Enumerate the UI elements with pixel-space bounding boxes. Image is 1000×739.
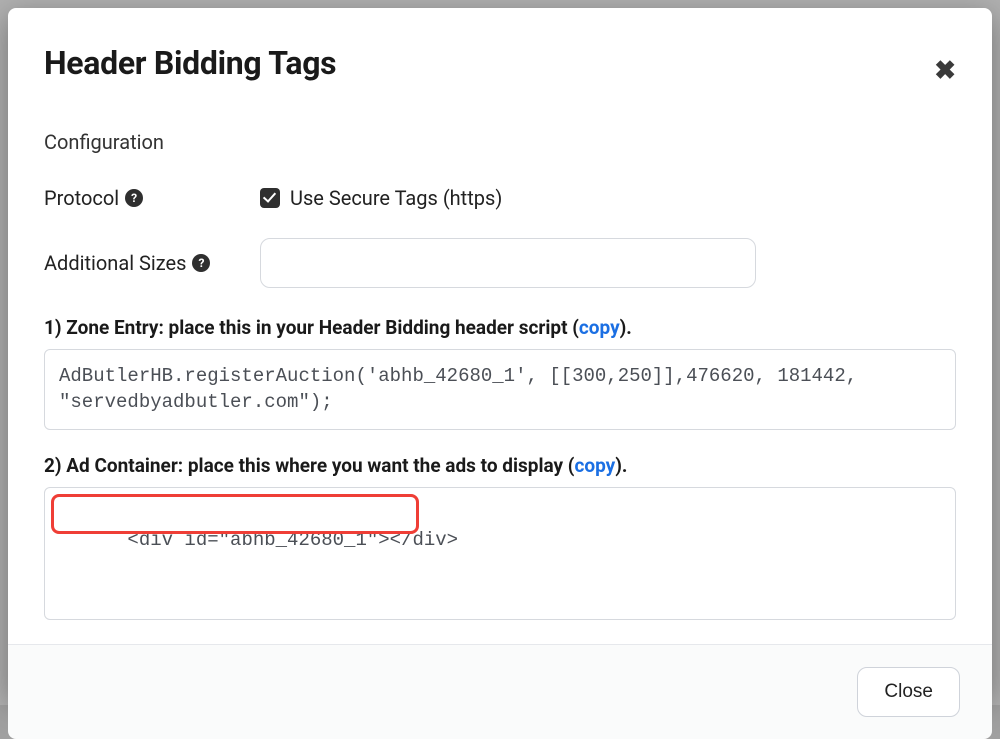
close-button[interactable]: Close xyxy=(857,667,960,717)
modal-body: Header Bidding Tags ✖ Configuration Prot… xyxy=(8,8,992,644)
header-bidding-tags-modal: Header Bidding Tags ✖ Configuration Prot… xyxy=(8,8,992,697)
step1-heading: 1) Zone Entry: place this in your Header… xyxy=(44,316,956,339)
help-icon[interactable]: ? xyxy=(125,189,143,207)
secure-tags-checkbox-wrap[interactable]: Use Secure Tags (https) xyxy=(260,186,502,210)
protocol-label-wrap: Protocol ? xyxy=(44,186,260,210)
modal-footer: Close xyxy=(8,644,992,739)
close-icon[interactable]: ✖ xyxy=(934,58,956,84)
step2-text-prefix: 2) Ad Container: place this where you wa… xyxy=(44,454,574,477)
protocol-label: Protocol xyxy=(44,186,119,210)
step2-heading: 2) Ad Container: place this where you wa… xyxy=(44,454,956,477)
step1-copy-link[interactable]: copy xyxy=(579,316,620,339)
protocol-row: Protocol ? Use Secure Tags (https) xyxy=(44,186,956,210)
additional-sizes-label: Additional Sizes xyxy=(44,251,186,275)
secure-tags-label: Use Secure Tags (https) xyxy=(290,186,502,210)
step1-text-prefix: 1) Zone Entry: place this in your Header… xyxy=(44,316,579,339)
step2-code-text: <div id="abhb_42680_1"></div> xyxy=(127,529,458,551)
step2-code-block[interactable]: <div id="abhb_42680_1"></div> xyxy=(44,487,956,620)
additional-sizes-row: Additional Sizes ? xyxy=(44,238,956,288)
modal-title: Header Bidding Tags xyxy=(44,44,336,82)
modal-titlebar: Header Bidding Tags ✖ xyxy=(44,44,956,84)
step2-copy-link[interactable]: copy xyxy=(574,454,615,477)
step1-text-suffix: ). xyxy=(620,316,632,339)
additional-sizes-input[interactable] xyxy=(260,238,756,288)
secure-tags-checkbox[interactable] xyxy=(260,188,280,208)
help-icon[interactable]: ? xyxy=(192,254,210,272)
step1-code-block[interactable]: AdButlerHB.registerAuction('abhb_42680_1… xyxy=(44,349,956,430)
step2-text-suffix: ). xyxy=(615,454,627,477)
configuration-label: Configuration xyxy=(44,130,956,154)
additional-sizes-label-wrap: Additional Sizes ? xyxy=(44,251,260,275)
